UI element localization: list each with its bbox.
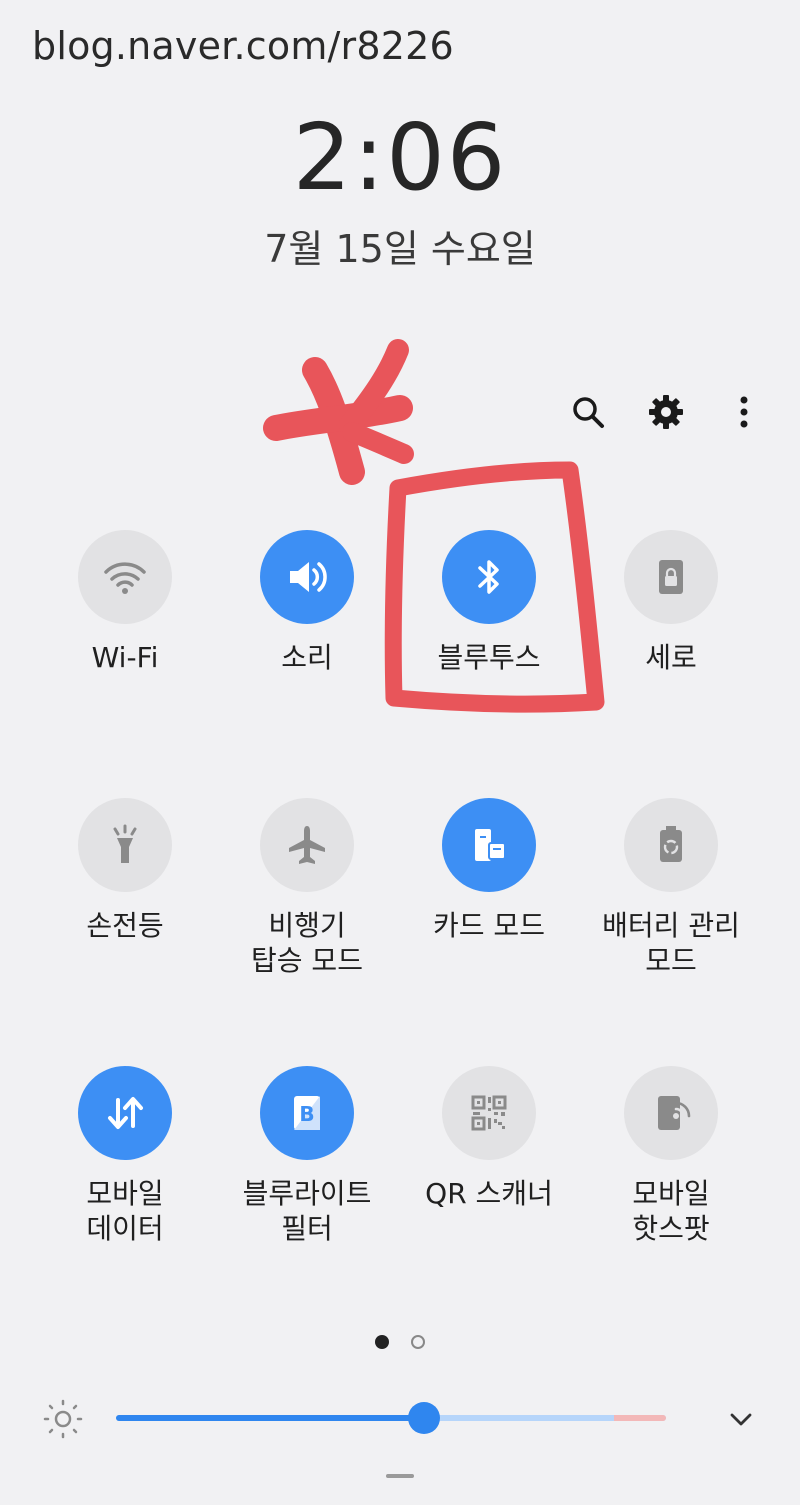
brightness-slider-track[interactable] xyxy=(116,1415,666,1421)
gear-icon xyxy=(649,395,683,429)
bluelight-filter-icon: B xyxy=(294,1096,320,1130)
tile-qr-scanner-toggle[interactable] xyxy=(442,1066,536,1160)
tile-qr-scanner[interactable]: QR 스캐너 xyxy=(398,1066,580,1211)
tile-rotation[interactable]: 세로 xyxy=(580,530,762,675)
tile-mobile-hotspot-label: 모바일 핫스팟 xyxy=(632,1177,710,1245)
brightness-control xyxy=(42,1394,762,1444)
data-arrows-icon xyxy=(108,1097,143,1129)
tile-airplane-mode[interactable]: 비행기 탑승 모드 xyxy=(216,798,398,978)
tile-card-mode-toggle[interactable] xyxy=(442,798,536,892)
tile-bluelight-filter[interactable]: B 블루라이트 필터 xyxy=(216,1066,398,1246)
page-dot-2[interactable] xyxy=(411,1335,425,1349)
tile-bluetooth-toggle[interactable] xyxy=(442,530,536,624)
wifi-icon xyxy=(104,562,146,594)
tile-qr-scanner-label: QR 스캐너 xyxy=(425,1177,553,1210)
tile-mobile-hotspot-toggle[interactable] xyxy=(624,1066,718,1160)
clock-time: 2:06 xyxy=(292,104,508,211)
chevron-down-icon[interactable] xyxy=(726,1404,756,1434)
brightness-high-zone xyxy=(614,1415,666,1421)
tile-sound-label: 소리 xyxy=(281,641,333,674)
tile-card-mode-label: 카드 모드 xyxy=(433,909,545,942)
panel-drag-handle[interactable] xyxy=(386,1474,414,1478)
annotation-star-stroke-3 xyxy=(339,339,409,436)
tile-wifi-toggle[interactable] xyxy=(78,530,172,624)
tile-rotation-label: 세로 xyxy=(645,641,697,674)
tile-mobile-data-toggle[interactable] xyxy=(78,1066,172,1160)
tile-flashlight-toggle[interactable] xyxy=(78,798,172,892)
airplane-icon xyxy=(289,826,325,864)
watermark-text: blog.naver.com/r8226 xyxy=(32,24,454,68)
hotspot-icon xyxy=(658,1096,691,1130)
tile-bluetooth[interactable]: 블루투스 xyxy=(398,530,580,675)
annotation-star-stroke-4 xyxy=(342,422,414,464)
annotation-star-stroke-1 xyxy=(302,357,365,485)
speaker-icon xyxy=(290,562,327,592)
tile-rotation-toggle[interactable] xyxy=(624,530,718,624)
tile-flashlight[interactable]: 손전등 xyxy=(34,798,216,943)
brightness-sun-icon xyxy=(43,1399,83,1439)
tile-airplane-mode-toggle[interactable] xyxy=(260,798,354,892)
brightness-slider-thumb[interactable] xyxy=(408,1402,440,1434)
qr-code-icon xyxy=(471,1095,507,1131)
page-indicator xyxy=(0,1335,800,1349)
tile-card-mode[interactable]: 카드 모드 xyxy=(398,798,580,943)
search-button[interactable] xyxy=(568,392,608,432)
tile-battery-mode-label: 배터리 관리 모드 xyxy=(602,909,740,977)
bluetooth-icon xyxy=(478,560,499,594)
tile-bluelight-filter-toggle[interactable]: B xyxy=(260,1066,354,1160)
brightness-slider-fill xyxy=(116,1415,424,1421)
quick-panel-toolbar xyxy=(568,392,764,432)
search-icon xyxy=(573,397,604,428)
tile-bluetooth-label: 블루투스 xyxy=(437,641,541,674)
tile-airplane-mode-label: 비행기 탑승 모드 xyxy=(251,909,363,977)
tile-battery-mode[interactable]: 배터리 관리 모드 xyxy=(580,798,762,978)
tile-mobile-data-label: 모바일 데이터 xyxy=(86,1177,164,1245)
tile-flashlight-label: 손전등 xyxy=(86,909,164,942)
flashlight-icon xyxy=(113,824,137,863)
battery-recycle-icon xyxy=(660,826,682,862)
card-icon xyxy=(475,829,506,861)
svg-text:B: B xyxy=(299,1102,314,1126)
tile-battery-mode-toggle[interactable] xyxy=(624,798,718,892)
tile-mobile-data[interactable]: 모바일 데이터 xyxy=(34,1066,216,1246)
tile-wifi-label: Wi-Fi xyxy=(91,641,159,674)
annotation-star-stroke-2 xyxy=(263,395,413,441)
more-options-button[interactable] xyxy=(724,392,764,432)
tile-mobile-hotspot[interactable]: 모바일 핫스팟 xyxy=(580,1066,762,1246)
page-dot-1[interactable] xyxy=(375,1335,389,1349)
tile-sound-toggle[interactable] xyxy=(260,530,354,624)
tile-bluelight-filter-label: 블루라이트 필터 xyxy=(242,1177,372,1245)
clock-date: 7월 15일 수요일 xyxy=(264,227,536,271)
settings-button[interactable] xyxy=(646,392,686,432)
tile-wifi[interactable]: Wi-Fi xyxy=(34,530,216,675)
more-vertical-icon xyxy=(740,396,748,428)
tile-sound[interactable]: 소리 xyxy=(216,530,398,675)
rotation-lock-icon xyxy=(659,560,683,594)
